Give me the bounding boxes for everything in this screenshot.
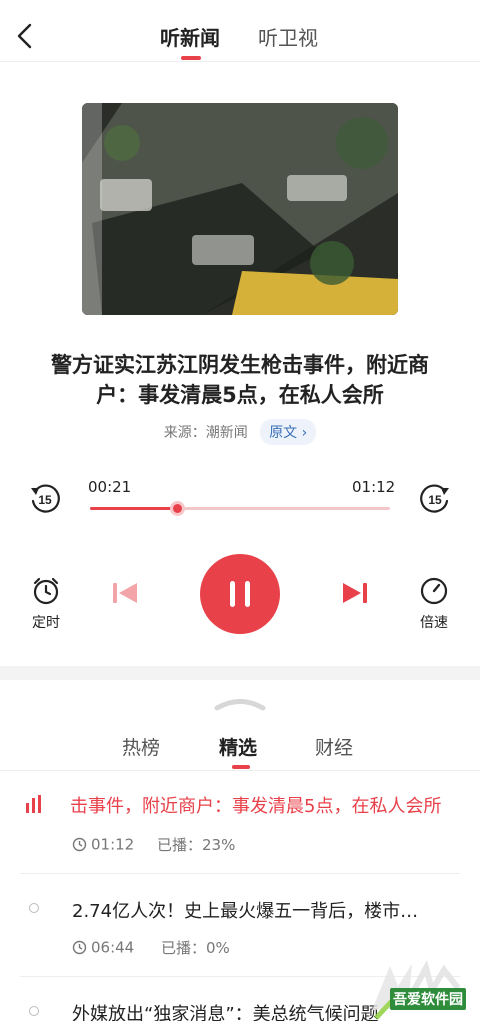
timer-label: 定时: [32, 615, 60, 631]
source-row: 来源：潮新闻 原文 ›: [0, 419, 480, 445]
pause-button[interactable]: [200, 554, 280, 634]
pause-icon: [230, 581, 235, 607]
progress-track[interactable]: [90, 501, 390, 516]
back-arrow-icon[interactable]: [14, 22, 38, 50]
pause-icon-bar: [245, 581, 250, 607]
speedometer-icon: [420, 577, 448, 605]
list-item-duration: 06:44: [91, 938, 135, 957]
section-divider: [0, 666, 480, 680]
clock-icon: [72, 940, 87, 955]
previous-button[interactable]: [110, 580, 140, 612]
list-item[interactable]: 击事件，附近商户：事发清晨5点，在私人会所 01:12 已播：23%: [0, 770, 480, 870]
progress-knob[interactable]: [170, 501, 185, 516]
chevron-up-icon[interactable]: [214, 696, 266, 711]
tab-listen-news[interactable]: 听新闻: [160, 22, 220, 51]
forward-15-icon[interactable]: 15: [418, 482, 452, 516]
news-cover-image: [82, 103, 398, 315]
original-button-label: 原文: [269, 425, 298, 441]
tab-featured[interactable]: 精选: [219, 733, 257, 760]
list-item-title: 击事件，附近商户：事发清晨5点，在私人会所: [70, 796, 442, 817]
active-tab-indicator: [181, 56, 201, 60]
tab-listen-tv[interactable]: 听卫视: [258, 22, 318, 51]
rewind-label: 15: [38, 493, 52, 507]
list-item-duration: 01:12: [91, 835, 135, 854]
active-list-tab-indicator: [232, 765, 250, 769]
tab-hot-list[interactable]: 热榜: [122, 733, 160, 760]
forward-label: 15: [428, 493, 442, 507]
next-button[interactable]: [340, 580, 370, 612]
skip-next-icon: [343, 583, 367, 603]
timer-button[interactable]: 定时: [26, 576, 66, 632]
speed-button[interactable]: 倍速: [412, 576, 456, 632]
list-item[interactable]: 2.74亿人次！史上最火爆五一背后，楼市… 06:44 已播：0%: [0, 873, 480, 973]
unplayed-dot-icon: [29, 903, 39, 913]
list-item-meta: 06:44 已播：0%: [72, 937, 230, 958]
news-audio-player-page: 听新闻 听卫视 警方证实江苏江阴发生枪击事件，附近商户：事发清晨5点，在私人会所…: [0, 0, 480, 1021]
list-item-played: 已播：0%: [161, 939, 230, 957]
skip-previous-icon: [113, 583, 137, 603]
list-item-title: 2.74亿人次！史上最火爆五一背后，楼市…: [72, 901, 419, 922]
top-bar: 听新闻 听卫视: [0, 0, 480, 62]
rewind-15-icon[interactable]: 15: [28, 482, 62, 516]
speed-label: 倍速: [420, 615, 448, 631]
tab-finance[interactable]: 财经: [315, 733, 353, 760]
list-item-played: 已播：23%: [157, 836, 236, 854]
list-item-meta: 01:12 已播：23%: [72, 834, 235, 855]
current-time: 00:21: [88, 478, 132, 496]
total-time: 01:12: [352, 478, 396, 496]
unplayed-dot-icon: [29, 1006, 39, 1016]
watermark-text: 吾爱软件园: [390, 988, 466, 1010]
source-label: 来源：潮新闻: [163, 425, 248, 441]
article-title: 警方证实江苏江阴发生枪击事件，附近商户：事发清晨5点，在私人会所: [51, 353, 429, 407]
now-playing-equalizer-icon: [25, 795, 43, 817]
original-article-button[interactable]: 原文 ›: [260, 419, 317, 445]
clock-icon: [72, 837, 87, 852]
alarm-clock-icon: [33, 577, 59, 605]
progress-fill: [90, 507, 177, 510]
